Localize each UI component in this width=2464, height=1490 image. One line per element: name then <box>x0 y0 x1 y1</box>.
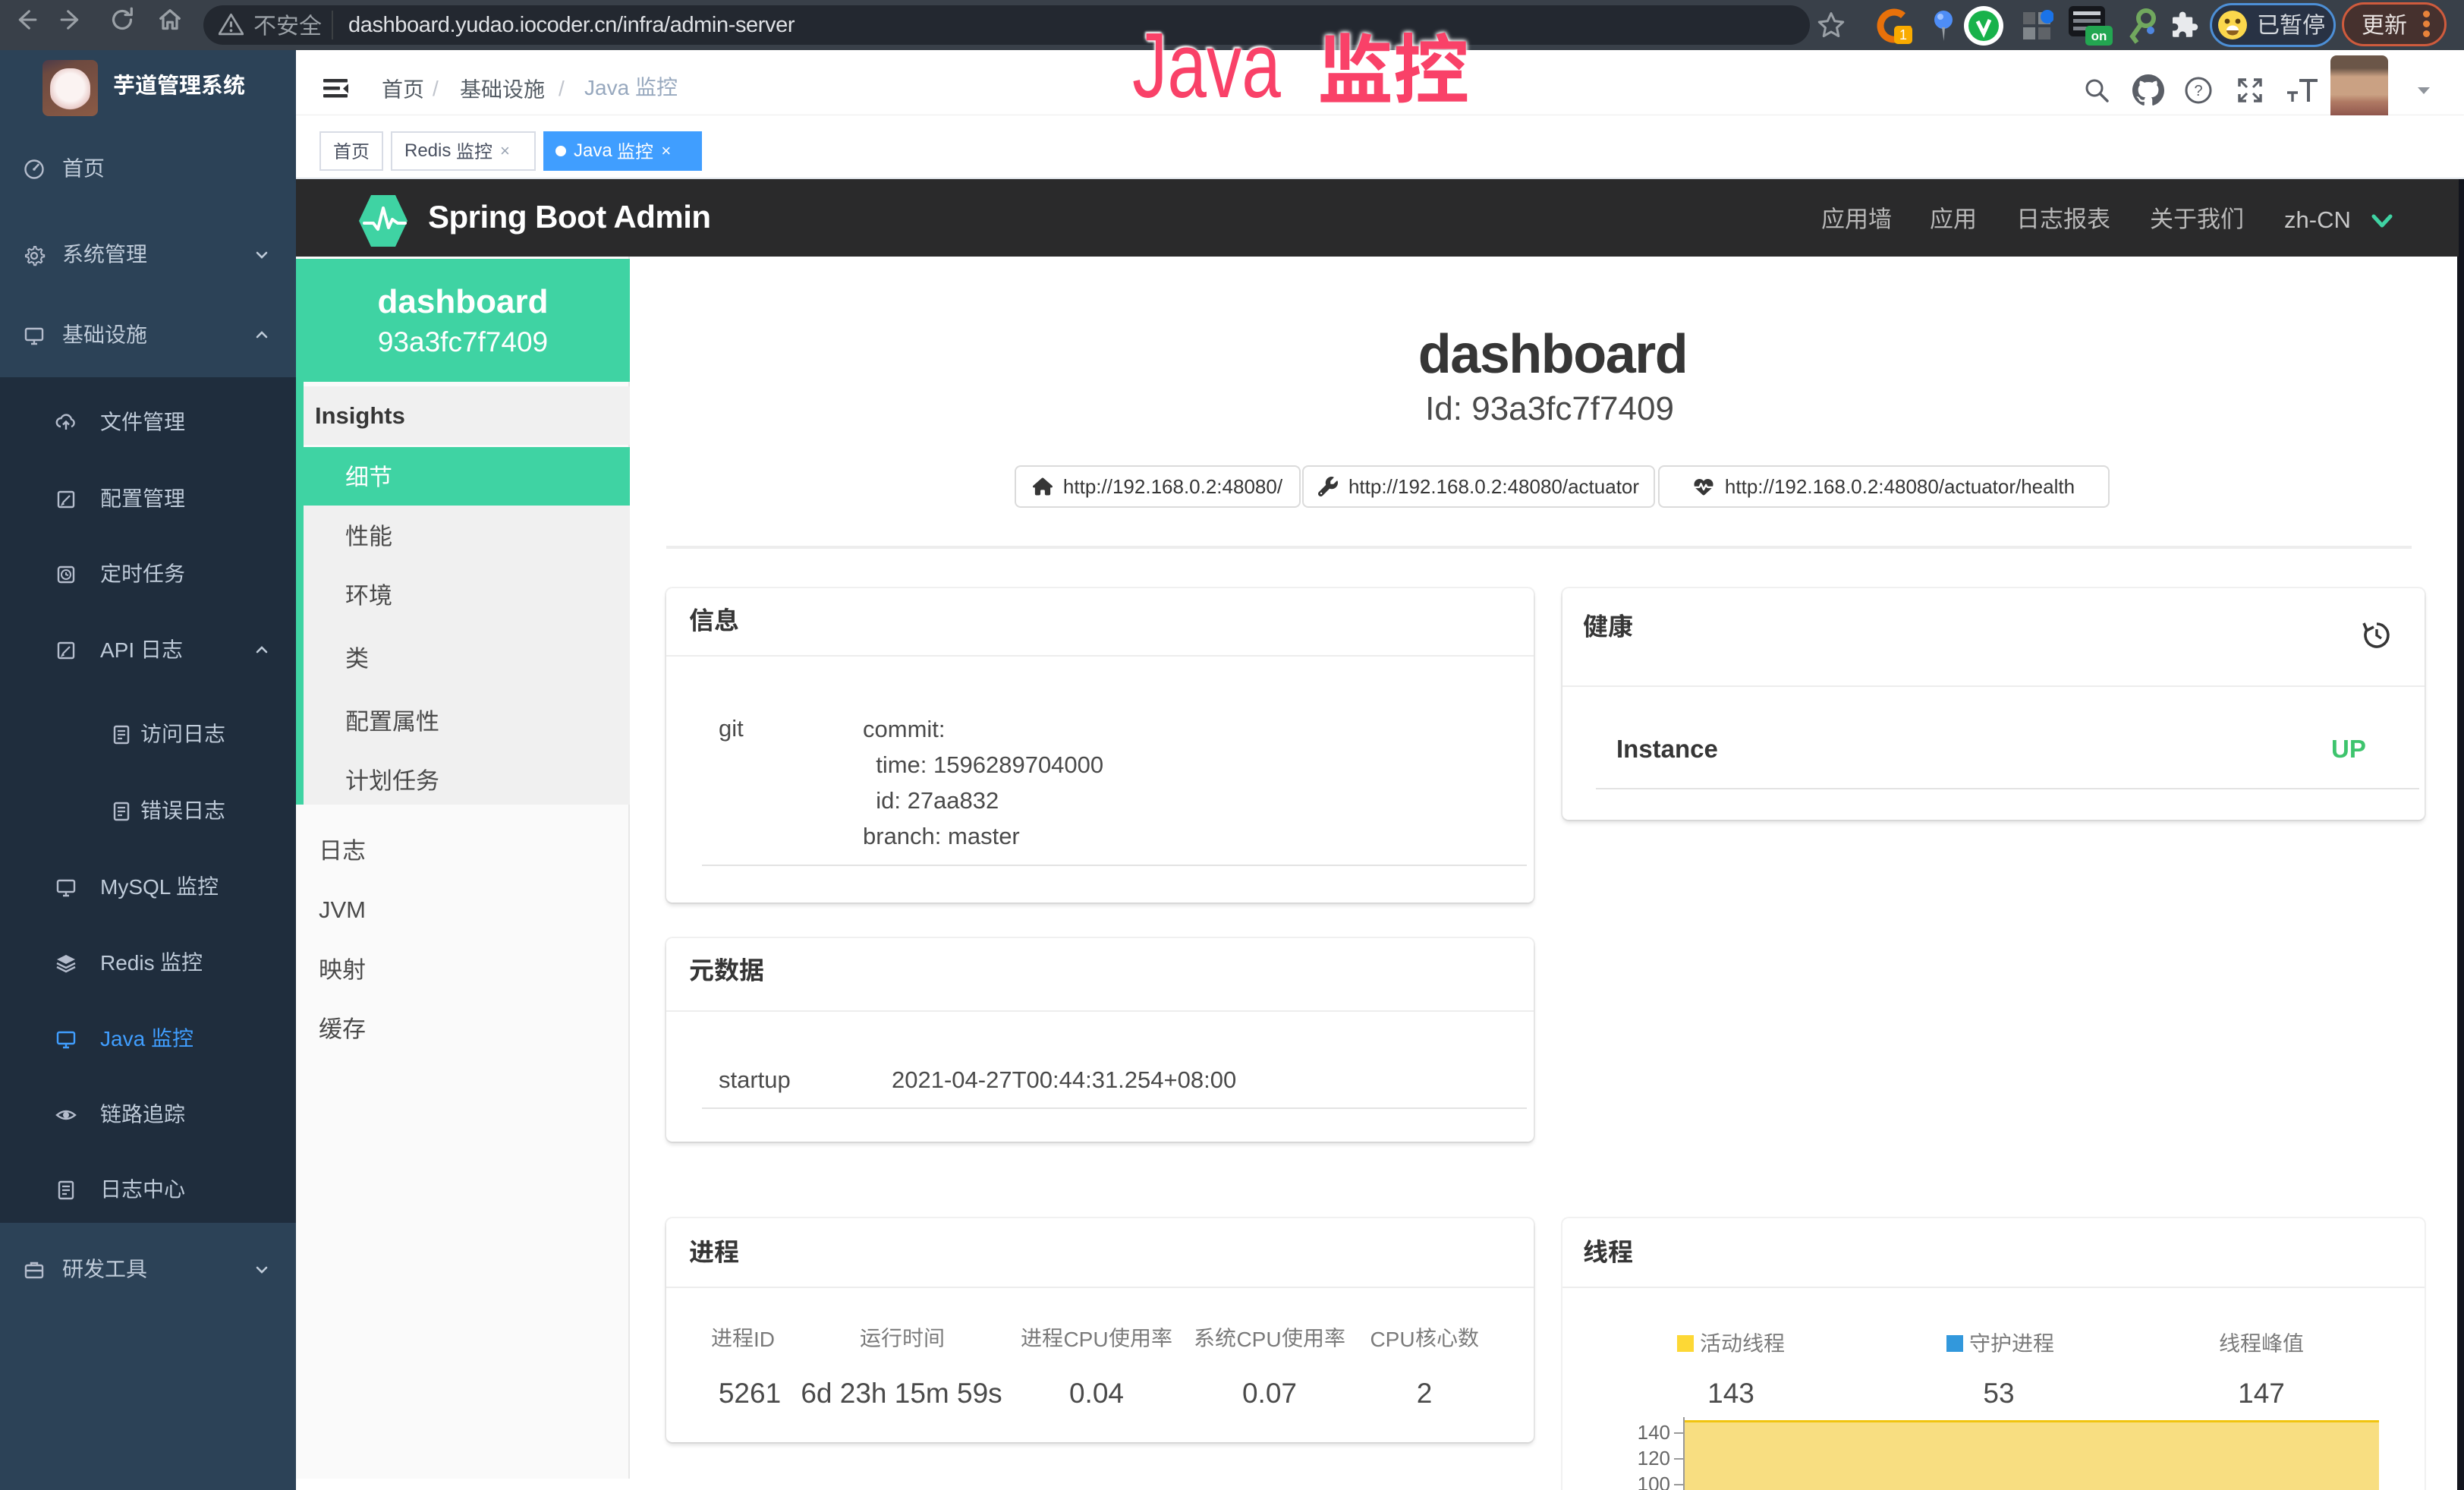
svg-text:?: ? <box>2194 83 2202 99</box>
svg-text:on: on <box>2091 29 2107 43</box>
svg-text:1: 1 <box>1899 27 1907 43</box>
